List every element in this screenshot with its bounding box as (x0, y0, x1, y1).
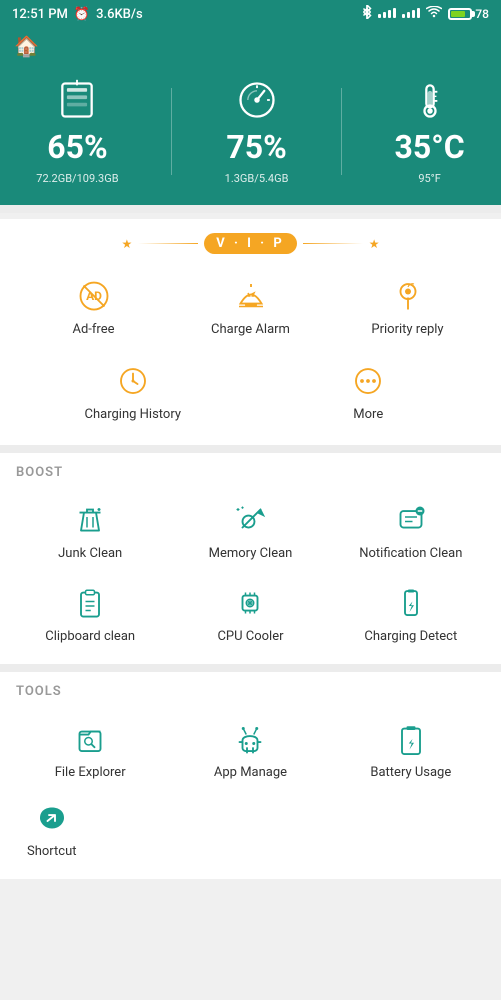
signal-icon-2 (402, 6, 420, 22)
boost-section: BOOST Junk Clean (0, 453, 501, 664)
tool-battery-usage[interactable]: Battery Usage (331, 709, 491, 788)
stat-divider-2 (341, 88, 342, 175)
speed-sub: 1.3GB/5.4GB (225, 172, 289, 185)
feature-more[interactable]: More (251, 355, 487, 430)
vip-line-left (138, 243, 198, 244)
feature-ad-free-label: Ad-free (73, 322, 115, 337)
tool-shortcut-label: Shortcut (27, 844, 77, 859)
notification-clean-icon (393, 502, 429, 538)
tool-app-manage[interactable]: App Manage (170, 709, 330, 788)
speed-icon (235, 78, 279, 122)
temp-icon (408, 78, 452, 122)
storage-sub: 72.2GB/109.3GB (36, 172, 118, 185)
tool-clipboard-clean-label: Clipboard clean (45, 629, 135, 644)
battery-display: 78 (448, 7, 489, 21)
tool-charging-detect[interactable]: Charging Detect (331, 573, 491, 652)
feature-charge-alarm[interactable]: Charge Alarm (172, 270, 329, 345)
vip-features-row1: AD Ad-free Charge Alarm Pri (10, 270, 491, 345)
feature-charging-history[interactable]: Charging History (15, 355, 251, 430)
battery-percent: 78 (475, 7, 489, 21)
vip-banner: ★ V · I · P ★ (10, 233, 491, 254)
tool-file-explorer[interactable]: File Explorer (10, 709, 170, 788)
feature-more-label: More (353, 407, 383, 422)
status-right: 78 (362, 5, 489, 23)
tool-clipboard-clean[interactable]: Clipboard clean (10, 573, 170, 652)
feature-priority-reply[interactable]: Priority reply (329, 270, 486, 345)
status-left: 12:51 PM ⏰ 3.6KB/s (12, 7, 143, 22)
feature-charge-alarm-label: Charge Alarm (211, 322, 290, 337)
charging-detect-icon (393, 585, 429, 621)
memory-clean-icon (232, 502, 268, 538)
section-divider-1 (0, 205, 501, 213)
storage-stat[interactable]: 65% 72.2GB/109.3GB (36, 78, 118, 185)
tool-junk-clean-label: Junk Clean (58, 546, 122, 561)
tools-section: TOOLS File Explorer (0, 672, 501, 879)
tool-notification-clean[interactable]: Notification Clean (331, 490, 491, 569)
speed-value: 75% (226, 128, 286, 166)
tool-file-explorer-label: File Explorer (55, 765, 126, 780)
charging-history-icon (115, 363, 151, 399)
tool-notification-clean-label: Notification Clean (359, 546, 462, 561)
feature-charging-history-label: Charging History (85, 407, 182, 422)
tool-app-manage-label: App Manage (214, 765, 287, 780)
signal-icon-1 (378, 6, 396, 22)
boost-title: BOOST (10, 465, 491, 480)
tools-grid: File Explorer App Manage (10, 709, 491, 788)
network-speed: 3.6KB/s (96, 7, 143, 22)
bluetooth-icon (362, 5, 372, 23)
file-explorer-icon (72, 721, 108, 757)
boost-grid: Junk Clean Memory Clean (10, 490, 491, 652)
home-icon[interactable]: 🏠 (14, 34, 39, 58)
section-divider-2 (0, 445, 501, 453)
stat-divider-1 (171, 88, 172, 175)
storage-icon (55, 78, 99, 122)
temp-stat[interactable]: 35°C 95°F (395, 78, 465, 185)
temp-sub: 95°F (418, 172, 441, 185)
tool-shortcut[interactable]: Shortcut (10, 788, 94, 867)
tool-memory-clean-label: Memory Clean (209, 546, 293, 561)
junk-clean-icon (72, 502, 108, 538)
more-icon (350, 363, 386, 399)
tool-battery-usage-label: Battery Usage (370, 765, 451, 780)
time-display: 12:51 PM (12, 7, 68, 22)
speed-stat[interactable]: 75% 1.3GB/5.4GB (225, 78, 289, 185)
app-manage-icon (232, 721, 268, 757)
tool-memory-clean[interactable]: Memory Clean (170, 490, 330, 569)
section-divider-3 (0, 664, 501, 672)
vip-star-left: ★ (122, 237, 133, 251)
vip-badge[interactable]: V · I · P (204, 233, 296, 254)
vip-features-row2: Charging History More (10, 345, 491, 435)
storage-value: 65% (47, 128, 107, 166)
tool-charging-detect-label: Charging Detect (364, 629, 457, 644)
tool-cpu-cooler-label: CPU Cooler (217, 629, 283, 644)
wifi-icon (426, 6, 442, 22)
shortcut-icon (34, 800, 70, 836)
home-bar: 🏠 (0, 28, 501, 68)
feature-ad-free[interactable]: AD Ad-free (15, 270, 172, 345)
tool-cpu-cooler[interactable]: CPU Cooler (170, 573, 330, 652)
temp-value: 35°C (395, 128, 465, 166)
charge-alarm-icon (233, 278, 269, 314)
ad-free-icon: AD (76, 278, 112, 314)
clipboard-clean-icon (72, 585, 108, 621)
alarm-icon: ⏰ (74, 7, 90, 22)
vip-line-right (303, 243, 363, 244)
status-bar: 12:51 PM ⏰ 3.6KB/s (0, 0, 501, 28)
stats-section: 65% 72.2GB/109.3GB 75% 1.3GB/5.4GB 35°C … (0, 68, 501, 205)
tool-junk-clean[interactable]: Junk Clean (10, 490, 170, 569)
vip-star-right: ★ (369, 237, 380, 251)
feature-priority-reply-label: Priority reply (371, 322, 443, 337)
tools-title: TOOLS (10, 684, 491, 699)
cpu-cooler-icon (232, 585, 268, 621)
tools-grid-row2: Shortcut (10, 788, 177, 867)
battery-usage-icon (393, 721, 429, 757)
priority-reply-icon (390, 278, 426, 314)
vip-section: ★ V · I · P ★ AD Ad-free Charge Alarm (0, 219, 501, 445)
